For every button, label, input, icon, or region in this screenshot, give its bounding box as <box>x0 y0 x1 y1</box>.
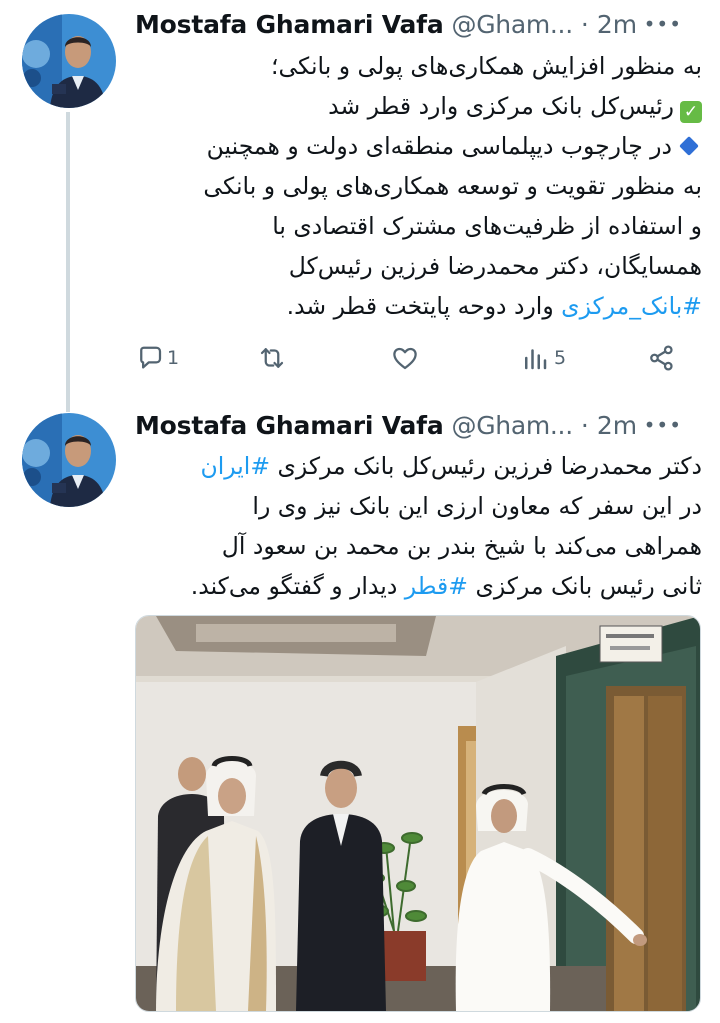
text-line: در این سفر که معاون ارزی این بانک نیز وی… <box>252 492 702 520</box>
body-text: ثانی رئیس بانک مرکزی <box>475 572 702 600</box>
share-icon <box>647 343 677 373</box>
hashtag-link[interactable]: #ایران <box>201 452 271 480</box>
text-line: به منظور تقویت و توسعه همکاری‌های پولی و… <box>203 172 702 200</box>
check-mark-emoji: ✓ <box>680 101 702 123</box>
tweet-header: Mostafa Ghamari Vafa @Gham... · 2m ••• <box>135 4 700 44</box>
headline-text: رئیس‌کل بانک مرکزی وارد قطر شد <box>328 92 674 120</box>
like-button[interactable] <box>390 338 420 378</box>
author-name[interactable]: Mostafa Ghamari Vafa <box>135 411 444 440</box>
thread-connector <box>66 112 70 412</box>
tweet-text: به منظور افزایش همکاری‌های پولی و بانکی؛… <box>135 46 702 326</box>
photo-scene <box>136 616 700 1011</box>
reply-button[interactable]: 1 <box>135 338 179 378</box>
text-line: ✓ رئیس‌کل بانک مرکزی وارد قطر شد <box>135 86 702 126</box>
tweet[interactable]: Mostafa Ghamari Vafa @Gham... · 2m ••• د… <box>0 395 720 1023</box>
separator-dot: · <box>580 410 589 440</box>
text-line: #بانک_مرکزی وارد دوحه پایتخت قطر شد. <box>135 286 702 326</box>
body-text: در چارچوب دیپلماسی منطقه‌ای دولت و همچنی… <box>206 132 672 160</box>
text-line: به منظور افزایش همکاری‌های پولی و بانکی؛ <box>270 52 702 80</box>
tweet-text: دکتر محمدرضا فرزین رئیس‌کل بانک مرکزی #ا… <box>135 446 702 606</box>
blue-diamond-emoji <box>679 136 699 156</box>
retweet-icon <box>257 343 287 373</box>
views-count: 5 <box>554 347 567 369</box>
views-button[interactable]: 5 <box>520 338 566 378</box>
reply-icon <box>135 343 165 373</box>
text-line: دکتر محمدرضا فرزین رئیس‌کل بانک مرکزی #ا… <box>135 446 702 486</box>
tweet-timestamp[interactable]: 2m <box>597 10 637 39</box>
retweet-button[interactable] <box>257 338 287 378</box>
text-line: در چارچوب دیپلماسی منطقه‌ای دولت و همچنی… <box>135 126 702 166</box>
tweet-photo[interactable] <box>135 615 701 1012</box>
text-line: همسایگان، دکتر محمدرضا فرزین رئیس‌کل <box>288 252 702 280</box>
author-name[interactable]: Mostafa Ghamari Vafa <box>135 10 444 39</box>
body-text: دکتر محمدرضا فرزین رئیس‌کل بانک مرکزی <box>277 452 702 480</box>
share-button[interactable] <box>647 338 677 378</box>
author-handle[interactable]: @Gham... <box>452 411 574 440</box>
author-handle[interactable]: @Gham... <box>452 10 574 39</box>
hashtag-link[interactable]: #قطر <box>405 572 468 600</box>
hashtag-link[interactable]: #بانک_مرکزی <box>561 292 702 320</box>
separator-dot: · <box>580 9 589 39</box>
text-line: ثانی رئیس بانک مرکزی #قطر دیدار و گفتگو … <box>135 566 702 606</box>
more-icon[interactable]: ••• <box>644 12 682 36</box>
like-icon <box>390 343 420 373</box>
text-line: و استفاده از ظرفیت‌های مشترک اقتصادی با <box>272 212 702 240</box>
more-icon[interactable]: ••• <box>644 413 682 437</box>
tweet-timestamp[interactable]: 2m <box>597 411 637 440</box>
tweet-header: Mostafa Ghamari Vafa @Gham... · 2m ••• <box>135 405 700 445</box>
avatar[interactable] <box>22 14 116 108</box>
body-text: وارد دوحه پایتخت قطر شد. <box>286 292 554 320</box>
views-icon <box>520 343 550 373</box>
tweet[interactable]: Mostafa Ghamari Vafa @Gham... · 2m ••• ب… <box>0 0 720 412</box>
tweet-actions: 1 5 <box>135 338 695 378</box>
reply-count: 1 <box>167 347 180 369</box>
body-text: دیدار و گفتگو می‌کند. <box>190 572 398 600</box>
avatar[interactable] <box>22 413 116 507</box>
text-line: همراهی می‌کند با شیخ بندر بن محمد بن سعو… <box>221 532 702 560</box>
